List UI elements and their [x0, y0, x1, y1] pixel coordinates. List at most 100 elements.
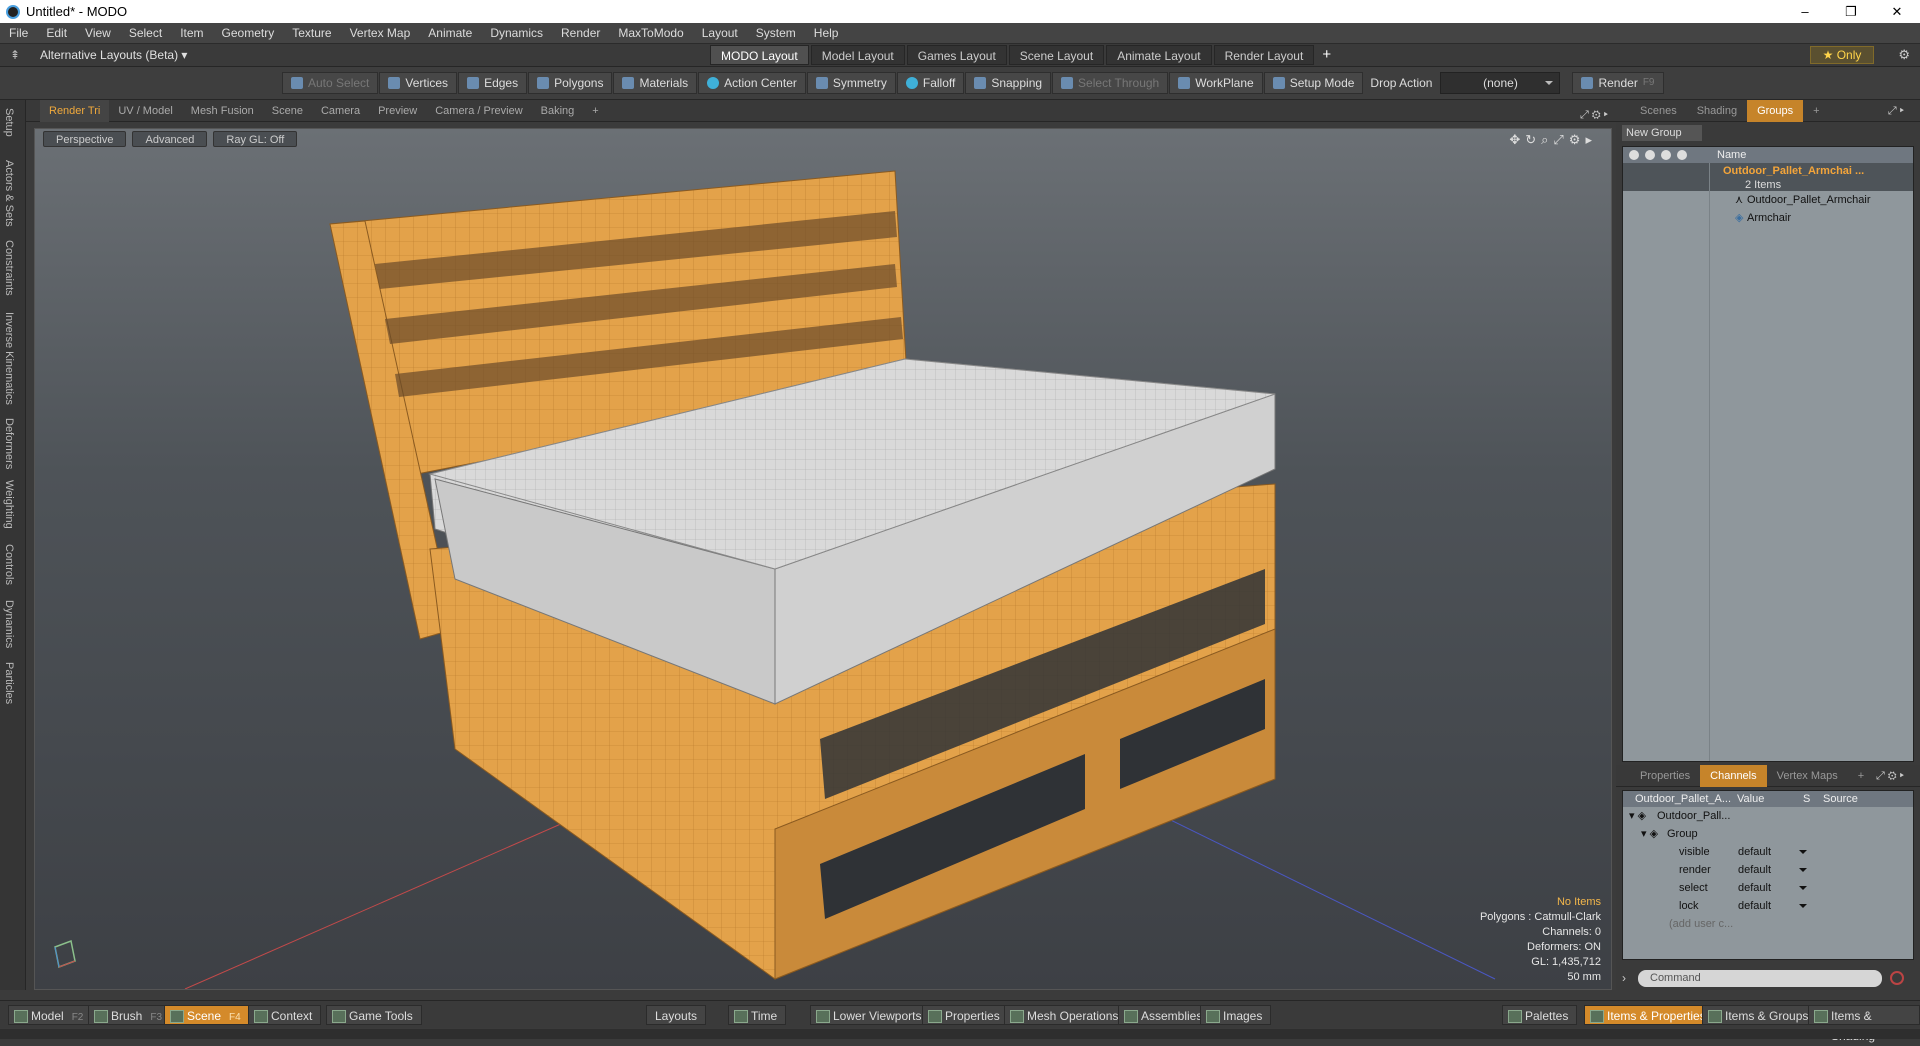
- add-user-channel-row[interactable]: (add user c...: [1623, 915, 1913, 933]
- tab-camera[interactable]: Camera: [312, 100, 369, 122]
- alternative-layouts-dropdown[interactable]: Alternative Layouts (Beta) ▾: [40, 48, 187, 62]
- menu-help[interactable]: Help: [805, 26, 848, 40]
- menu-render[interactable]: Render: [552, 26, 609, 40]
- menu-item[interactable]: Item: [171, 26, 212, 40]
- falloff-button[interactable]: Falloff: [896, 72, 965, 94]
- menu-maxtomodo[interactable]: MaxToModo: [609, 26, 692, 40]
- select-through-button[interactable]: Select Through: [1052, 72, 1169, 94]
- menu-select[interactable]: Select: [120, 26, 171, 40]
- time-button[interactable]: Time: [728, 1005, 787, 1025]
- view-perspective-button[interactable]: Perspective: [43, 131, 127, 147]
- add-layout-button[interactable]: +: [1316, 45, 1337, 65]
- tab-animate-layout[interactable]: Animate Layout: [1106, 45, 1212, 65]
- tab-scene-layout[interactable]: Scene Layout: [1008, 45, 1105, 65]
- properties-button[interactable]: Properties: [922, 1005, 1009, 1025]
- add-viewport-tab-button[interactable]: +: [583, 100, 607, 122]
- images-button[interactable]: Images: [1200, 1005, 1272, 1025]
- materials-button[interactable]: Materials: [613, 72, 698, 94]
- gear-icon[interactable]: ⚙: [1898, 47, 1910, 63]
- brush-button[interactable]: Brush F3: [88, 1005, 172, 1025]
- layouts-button[interactable]: Layouts: [646, 1005, 707, 1025]
- game-tools-button[interactable]: Game Tools: [326, 1005, 422, 1025]
- viewport-nav-icons[interactable]: ✥↻⌕⤢⚙▸: [1509, 132, 1597, 148]
- record-macro-icon[interactable]: [1890, 971, 1904, 985]
- items-shading-button[interactable]: Items & Shading: [1808, 1005, 1920, 1043]
- render-button[interactable]: Render F9: [1572, 72, 1664, 94]
- tab-actors-sets[interactable]: Actors & Sets: [3, 160, 15, 227]
- tab-particles[interactable]: Particles: [3, 662, 15, 704]
- new-group-button[interactable]: New Group: [1622, 125, 1702, 141]
- channel-row-render[interactable]: render default: [1623, 861, 1913, 879]
- command-input[interactable]: Command: [1638, 969, 1882, 987]
- auto-select-button[interactable]: Auto Select: [282, 72, 379, 94]
- items-properties-button[interactable]: Items & Properties: [1584, 1005, 1715, 1025]
- command-history-icon[interactable]: ›: [1622, 971, 1626, 985]
- tab-preview[interactable]: Preview: [369, 100, 426, 122]
- channel-row-select[interactable]: select default: [1623, 879, 1913, 897]
- list-item[interactable]: ◈ Armchair: [1623, 209, 1913, 227]
- lock-icon[interactable]: [1677, 150, 1687, 160]
- tab-properties[interactable]: Properties: [1630, 765, 1700, 787]
- tab-render-tri[interactable]: Render Tri: [40, 99, 110, 122]
- tab-channels[interactable]: Channels: [1700, 764, 1767, 787]
- menu-geometry[interactable]: Geometry: [213, 26, 284, 40]
- tab-groups[interactable]: Groups: [1747, 99, 1804, 122]
- menu-animate[interactable]: Animate: [419, 26, 481, 40]
- menu-system[interactable]: System: [747, 26, 805, 40]
- shading-advanced-button[interactable]: Advanced: [132, 131, 208, 147]
- tab-weighting[interactable]: Weighting: [3, 480, 15, 529]
- polygons-button[interactable]: Polygons: [528, 72, 613, 94]
- group-row[interactable]: Outdoor_Pallet_Armchai ... 2 Items: [1623, 163, 1913, 191]
- viewport-options-icon[interactable]: ⤢ ⚙ ▸: [1580, 104, 1608, 126]
- palettes-button[interactable]: Palettes: [1502, 1005, 1578, 1025]
- mesh-operations-button[interactable]: Mesh Operations: [1004, 1005, 1128, 1025]
- select-toggle-icon[interactable]: [1661, 150, 1671, 160]
- 3d-viewport[interactable]: Perspective Advanced Ray GL: Off ✥↻⌕⤢⚙▸ …: [34, 128, 1612, 990]
- tab-games-layout[interactable]: Games Layout: [906, 45, 1007, 65]
- tab-camera-preview[interactable]: Camera / Preview: [426, 100, 531, 122]
- tab-scenes[interactable]: Scenes: [1630, 100, 1687, 122]
- tab-deformers[interactable]: Deformers: [3, 418, 15, 469]
- add-panel-tab-button[interactable]: +: [1803, 100, 1829, 122]
- ray-gl-button[interactable]: Ray GL: Off: [213, 131, 298, 147]
- assemblies-button[interactable]: Assemblies: [1118, 1005, 1212, 1025]
- menu-view[interactable]: View: [76, 26, 120, 40]
- drop-action-select[interactable]: (none): [1440, 72, 1561, 94]
- render-toggle-icon[interactable]: [1645, 150, 1655, 160]
- tab-render-layout[interactable]: Render Layout: [1213, 45, 1315, 65]
- snapping-button[interactable]: Snapping: [965, 72, 1052, 94]
- menu-dynamics[interactable]: Dynamics: [481, 26, 552, 40]
- model-button[interactable]: Model F2: [8, 1005, 93, 1025]
- setup-mode-button[interactable]: Setup Mode: [1263, 72, 1364, 94]
- lower-panel-options-icon[interactable]: ⤢ ⚙ ▸: [1866, 765, 1914, 787]
- workplane-button[interactable]: WorkPlane: [1169, 72, 1263, 94]
- scene-button[interactable]: Scene F4: [164, 1005, 250, 1025]
- menu-texture[interactable]: Texture: [283, 26, 340, 40]
- channel-group-row[interactable]: ▾ ◈ Group: [1623, 825, 1913, 843]
- symmetry-button[interactable]: Symmetry: [806, 72, 896, 94]
- tab-vertex-maps[interactable]: Vertex Maps: [1767, 765, 1848, 787]
- channel-root-row[interactable]: ▾ ◈ Outdoor_Pall...: [1623, 807, 1913, 825]
- action-center-button[interactable]: Action Center: [698, 72, 806, 94]
- tab-model-layout[interactable]: Model Layout: [810, 45, 905, 65]
- tab-shading[interactable]: Shading: [1687, 100, 1747, 122]
- channel-row-lock[interactable]: lock default: [1623, 897, 1913, 915]
- tab-constraints[interactable]: Constraints: [3, 240, 15, 296]
- tab-inverse-kinematics[interactable]: Inverse Kinematics: [3, 312, 15, 405]
- tab-setup[interactable]: Setup: [3, 108, 15, 137]
- vertices-button[interactable]: Vertices: [379, 72, 458, 94]
- tab-uv-model[interactable]: UV / Model: [109, 100, 181, 122]
- list-item[interactable]: ⋏ Outdoor_Pallet_Armchair: [1623, 191, 1913, 209]
- only-toggle-button[interactable]: ★ Only: [1810, 46, 1874, 64]
- menu-edit[interactable]: Edit: [37, 26, 76, 40]
- tab-modo-layout[interactable]: MODO Layout: [710, 45, 809, 65]
- edges-button[interactable]: Edges: [458, 72, 528, 94]
- tab-baking[interactable]: Baking: [532, 100, 584, 122]
- tab-controls[interactable]: Controls: [3, 544, 15, 585]
- tab-mesh-fusion[interactable]: Mesh Fusion: [182, 100, 263, 122]
- menu-file[interactable]: File: [0, 26, 37, 40]
- tab-scene[interactable]: Scene: [263, 100, 312, 122]
- maximize-button[interactable]: ❐: [1828, 0, 1874, 23]
- lower-viewports-button[interactable]: Lower Viewports: [810, 1005, 931, 1025]
- visibility-icon[interactable]: [1629, 150, 1639, 160]
